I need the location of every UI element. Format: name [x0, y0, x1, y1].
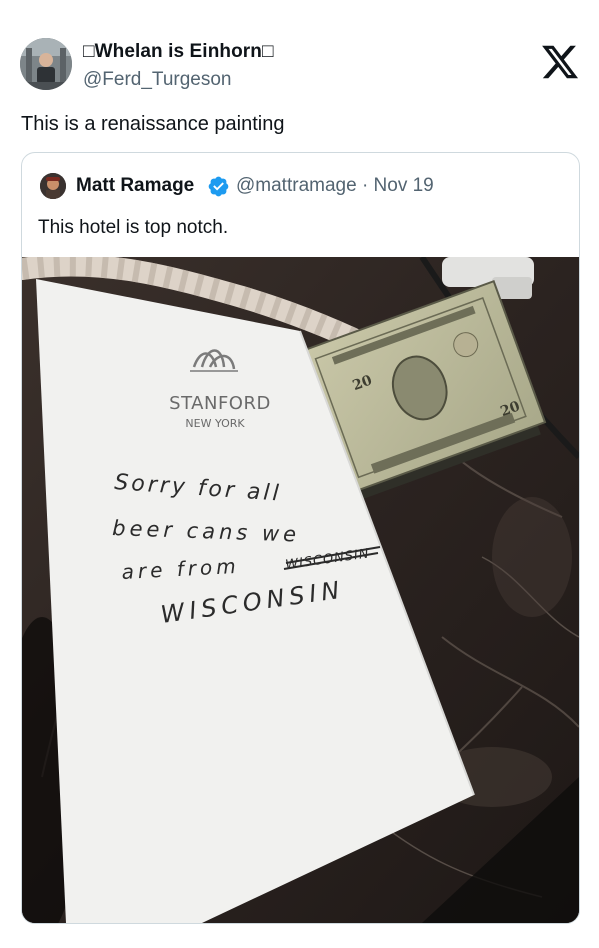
- quoted-tweet-text: This hotel is top notch.: [38, 217, 229, 238]
- tweet-text: This is a renaissance painting: [21, 113, 285, 135]
- quoted-tweet-card[interactable]: Matt Ramage @mattramage · Nov 19 This ho…: [21, 152, 580, 924]
- quoted-author-avatar[interactable]: [40, 173, 66, 199]
- photo-scene: 20 20 STANFORD NEW YORK Sorry for all be…: [22, 257, 579, 923]
- quoted-author-name[interactable]: Matt Ramage: [76, 175, 194, 197]
- author-avatar[interactable]: [20, 38, 72, 90]
- tweet-header: □Whelan is Einhorn□ @Ferd_Turgeson: [20, 36, 580, 92]
- verified-badge-icon: [207, 175, 230, 198]
- hotel-logo-brand: STANFORD: [169, 393, 271, 414]
- tweet-photo[interactable]: 20 20 STANFORD NEW YORK Sorry for all be…: [22, 257, 579, 923]
- author-handle[interactable]: @Ferd_Turgeson: [83, 69, 231, 91]
- x-logo-icon[interactable]: [540, 42, 580, 82]
- quoted-author-handle-date[interactable]: @mattramage · Nov 19: [236, 175, 434, 197]
- author-display-name[interactable]: □Whelan is Einhorn□: [83, 41, 274, 63]
- hotel-logo-city: NEW YORK: [185, 417, 245, 430]
